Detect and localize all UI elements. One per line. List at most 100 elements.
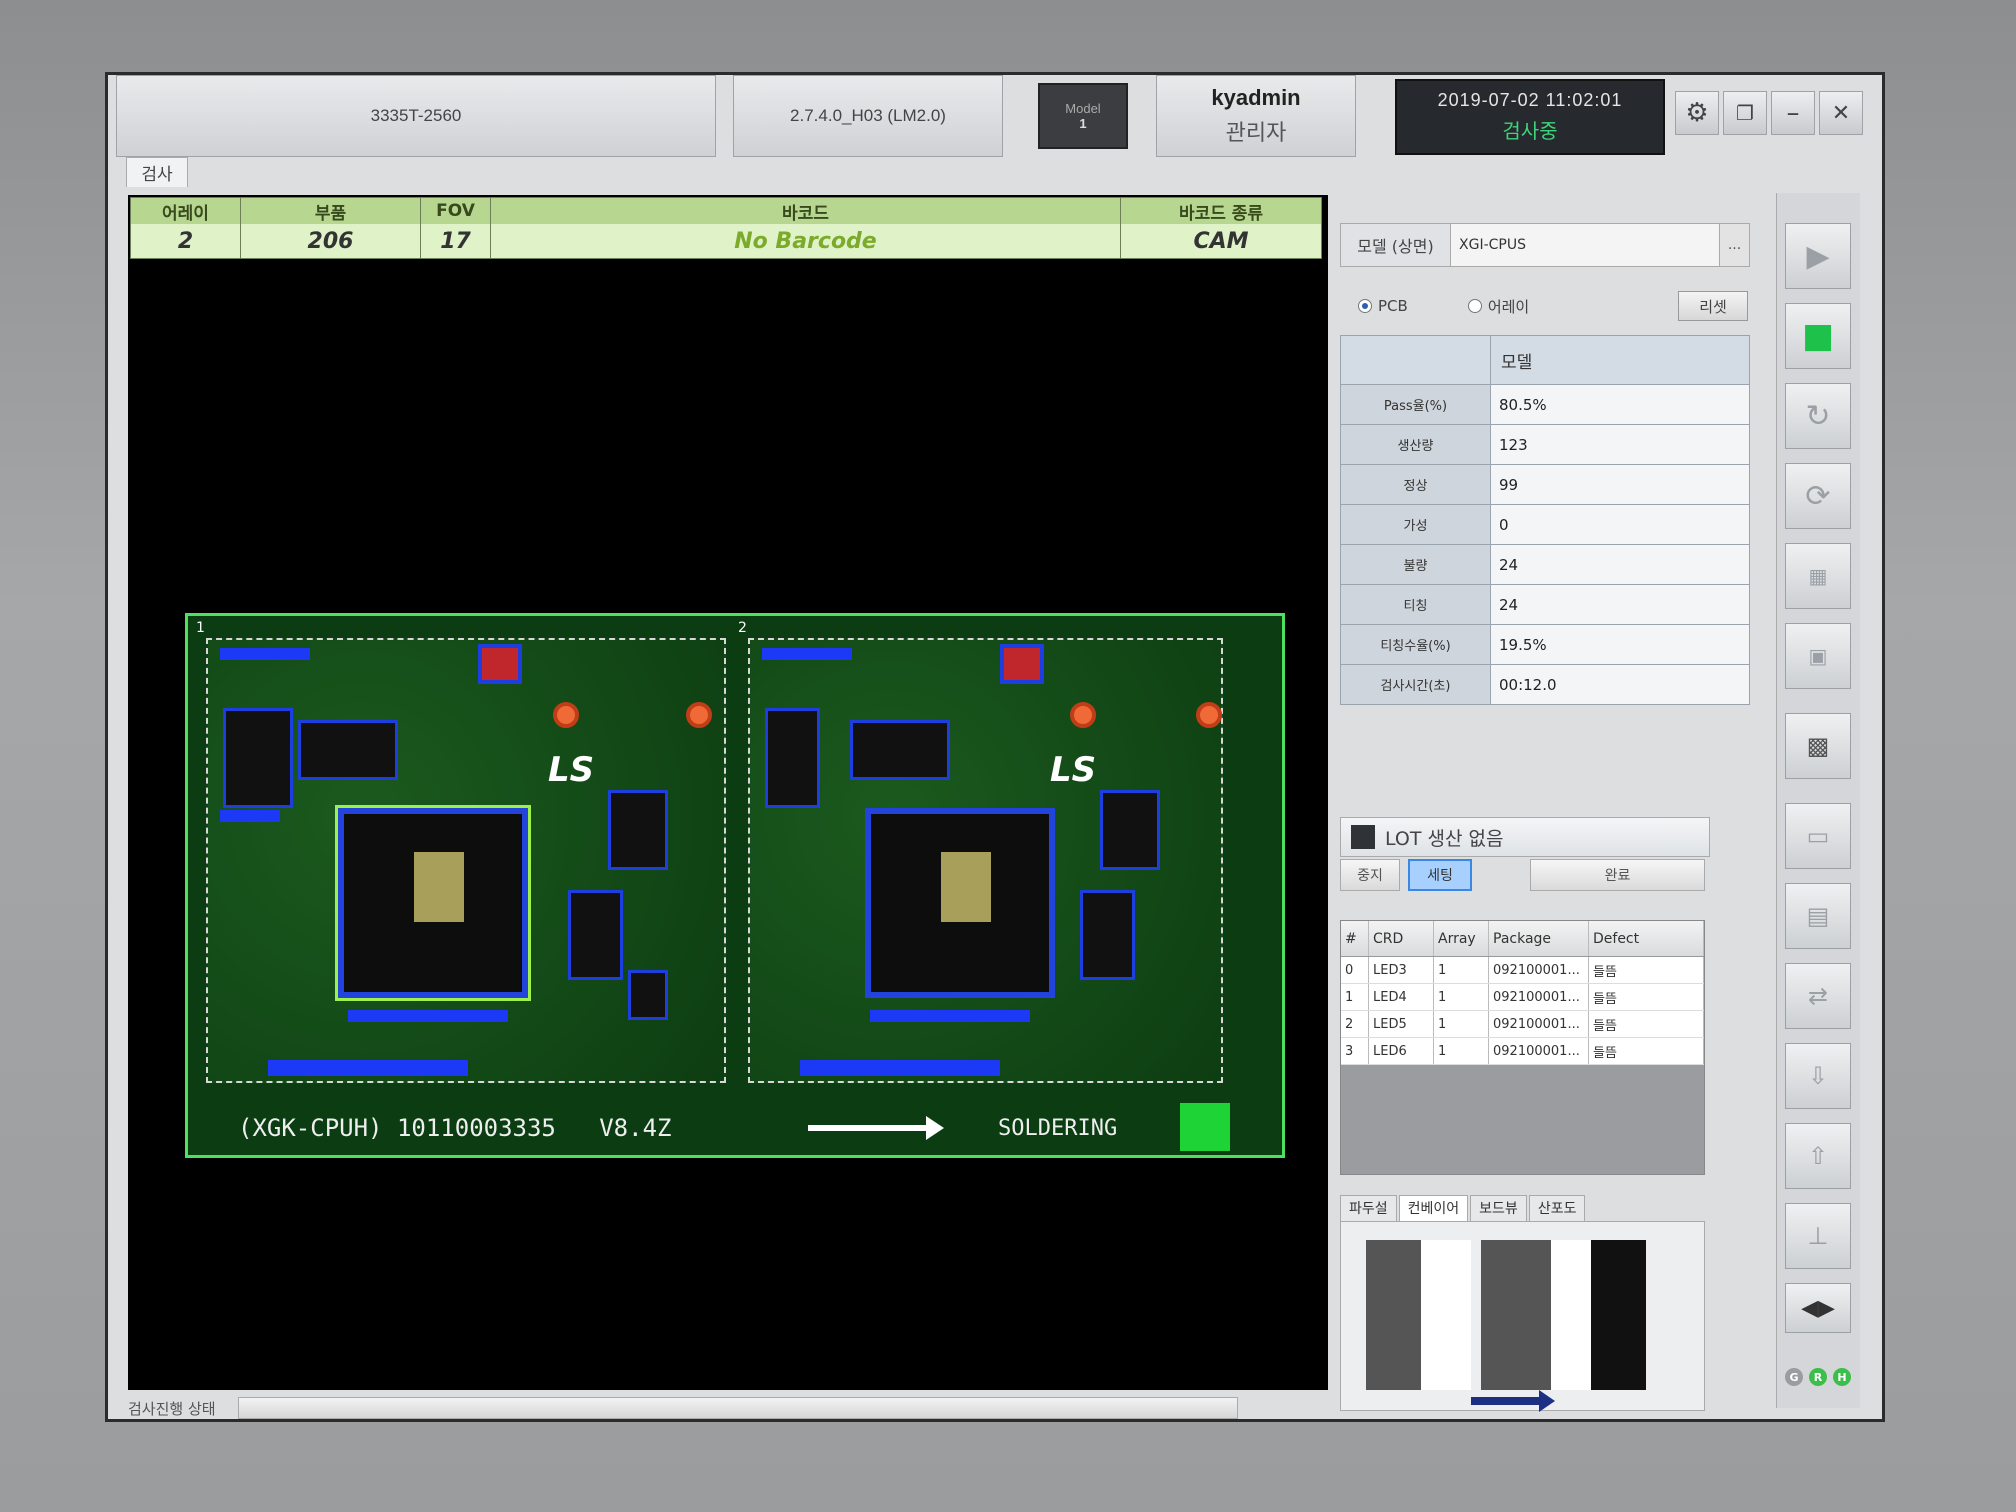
- tab-fiducial[interactable]: 파두설: [1340, 1195, 1397, 1221]
- cell: 1: [1341, 984, 1369, 1010]
- table-row[interactable]: 2 LED5 1 092100001... 들뜸: [1341, 1011, 1704, 1038]
- play-icon[interactable]: ▶: [1785, 223, 1851, 289]
- lot-buttons: 중지 세팅 완료: [1340, 859, 1710, 893]
- component: [628, 970, 668, 1020]
- conveyor-lane: [1421, 1240, 1471, 1390]
- component: [348, 1010, 508, 1022]
- stats-key: 티칭: [1341, 585, 1491, 624]
- complete-button[interactable]: 완료: [1530, 859, 1705, 891]
- nav-arrows-icon[interactable]: ◀▶: [1785, 1283, 1851, 1333]
- refresh-icon[interactable]: ⟳: [1785, 463, 1851, 529]
- radio-pcb[interactable]: [1358, 299, 1372, 313]
- info-header: 부품: [241, 198, 420, 224]
- gear-icon[interactable]: ⚙: [1675, 91, 1719, 135]
- component: [762, 648, 852, 660]
- board-in-icon[interactable]: ⇩: [1785, 1043, 1851, 1109]
- cell: 들뜸: [1589, 1038, 1704, 1064]
- tab-scatter[interactable]: 산포도: [1528, 1195, 1586, 1221]
- cell: 092100001...: [1489, 1038, 1589, 1064]
- lift-icon[interactable]: ⊥: [1785, 1203, 1851, 1269]
- conveyor-lane: [1551, 1240, 1591, 1390]
- radio-array[interactable]: [1467, 299, 1482, 313]
- minimize-icon[interactable]: –: [1771, 91, 1815, 135]
- column-header[interactable]: CRD: [1369, 921, 1434, 956]
- user-panel[interactable]: kyadmin 관리자: [1156, 75, 1356, 157]
- pcb-part-text: (XGK-CPUH) 10110003335 V8.4Z: [238, 1114, 672, 1142]
- component: [870, 1010, 1030, 1022]
- save-icon[interactable]: ▤: [1785, 883, 1851, 949]
- lot-label: LOT 생산 없음: [1385, 827, 1504, 850]
- stats-row: 티칭수율(%) 19.5%: [1340, 625, 1750, 665]
- progress-row: 검사진행 상태: [128, 1393, 1328, 1419]
- stats-key: 검사시간(초): [1341, 665, 1491, 704]
- tab-conveyor[interactable]: 컨베이어: [1398, 1195, 1469, 1221]
- chart-icon[interactable]: ▦: [1785, 543, 1851, 609]
- user-role: 관리자: [1225, 120, 1287, 145]
- component: [850, 720, 950, 780]
- conveyor-lane: [1591, 1240, 1646, 1390]
- folder-icon[interactable]: ▭: [1785, 803, 1851, 869]
- cell: 092100001...: [1489, 984, 1589, 1010]
- tab-inspect[interactable]: 검사: [126, 157, 188, 187]
- info-parts: 부품 206: [241, 198, 421, 258]
- stop-button[interactable]: 중지: [1340, 859, 1400, 891]
- stop-icon[interactable]: ■: [1785, 303, 1851, 369]
- pcb-image[interactable]: 1 LS 2 LS (XGK-CPUH) 10110003335 V8.4Z S…: [185, 613, 1285, 1158]
- column-header[interactable]: Array: [1434, 921, 1489, 956]
- direction-arrow-icon: [808, 1116, 944, 1140]
- vertical-toolbar: ▶ ■ ↻ ⟳ ▦ ▣ ▩ ▭ ▤ ⇄ ⇩ ⇧ ⊥ ◀▶ G R H: [1776, 193, 1860, 1408]
- close-icon[interactable]: ✕: [1819, 91, 1863, 135]
- fiducial-marker: [1180, 1103, 1230, 1151]
- column-header[interactable]: Package: [1489, 921, 1589, 956]
- model-code-field: 3335T-2560: [116, 75, 716, 157]
- board-viewer[interactable]: 어레이 2 부품 206 FOV 17 바코드 No Barcode 바코드 종류 CAM…: [128, 195, 1328, 1390]
- setting-button[interactable]: 세팅: [1408, 859, 1472, 891]
- restore-icon[interactable]: ❐: [1723, 91, 1767, 135]
- column-header[interactable]: Defect: [1589, 921, 1704, 956]
- lot-status: LOT 생산 없음: [1340, 817, 1710, 857]
- component: [1100, 790, 1160, 870]
- pcb-footer: (XGK-CPUH) 10110003335 V8.4Z SOLDERING: [238, 1109, 1238, 1147]
- usb-connector: [1000, 644, 1044, 684]
- stats-value: 24: [1491, 545, 1749, 584]
- component: [765, 708, 820, 808]
- info-barcode-type: 바코드 종류 CAM: [1121, 198, 1321, 258]
- defect-table: # CRD Array Package Defect 0 LED3 1 0921000…: [1340, 920, 1705, 1175]
- component: [1080, 890, 1135, 980]
- column-header[interactable]: #: [1341, 921, 1369, 956]
- conveyor-lane: [1366, 1240, 1421, 1390]
- stats-value: 24: [1491, 585, 1749, 624]
- datetime-text: 2019-07-02 11:02:01: [1437, 90, 1623, 110]
- transfer-icon[interactable]: ⇄: [1785, 963, 1851, 1029]
- cell: 들뜸: [1589, 1011, 1704, 1037]
- right-panel: 모델 (상면) XGI-CPUS ... PCB 어레이 리셋 모델 Pass율…: [1340, 195, 1770, 1419]
- stats-row: 가성 0: [1340, 505, 1750, 545]
- table-row[interactable]: 0 LED3 1 092100001... 들뜸: [1341, 957, 1704, 984]
- lot-indicator-icon: [1351, 825, 1375, 849]
- info-header: 바코드: [491, 198, 1120, 224]
- qr-code-icon[interactable]: ▩: [1785, 713, 1851, 779]
- reset-button[interactable]: 리셋: [1678, 291, 1748, 321]
- info-value: No Barcode: [734, 228, 877, 254]
- model-button-number: 1: [1079, 116, 1087, 131]
- board-2[interactable]: 2 LS: [738, 620, 1223, 1083]
- cell: LED5: [1369, 1011, 1434, 1037]
- conveyor-lane: [1481, 1240, 1551, 1390]
- redo-icon[interactable]: ↻: [1785, 383, 1851, 449]
- camera-icon[interactable]: ▣: [1785, 623, 1851, 689]
- cell: 들뜸: [1589, 984, 1704, 1010]
- table-row[interactable]: 3 LED6 1 092100001... 들뜸: [1341, 1038, 1704, 1065]
- model-browse-button[interactable]: ...: [1719, 224, 1749, 266]
- status-panel: 2019-07-02 11:02:01 검사중: [1395, 79, 1665, 155]
- info-header: 어레이: [131, 198, 240, 224]
- info-value: CAM: [1193, 228, 1249, 254]
- board-out-icon[interactable]: ⇧: [1785, 1123, 1851, 1189]
- info-header: 바코드 종류: [1121, 198, 1321, 224]
- board-1[interactable]: 1 LS: [196, 620, 726, 1083]
- model-label: 모델 (상면): [1341, 224, 1451, 266]
- stats-key: 가성: [1341, 505, 1491, 544]
- tab-board-view[interactable]: 보드뷰: [1470, 1195, 1527, 1221]
- table-row[interactable]: 1 LED4 1 092100001... 들뜸: [1341, 984, 1704, 1011]
- model-select-button[interactable]: Model 1: [1038, 83, 1128, 149]
- pad: [686, 702, 712, 728]
